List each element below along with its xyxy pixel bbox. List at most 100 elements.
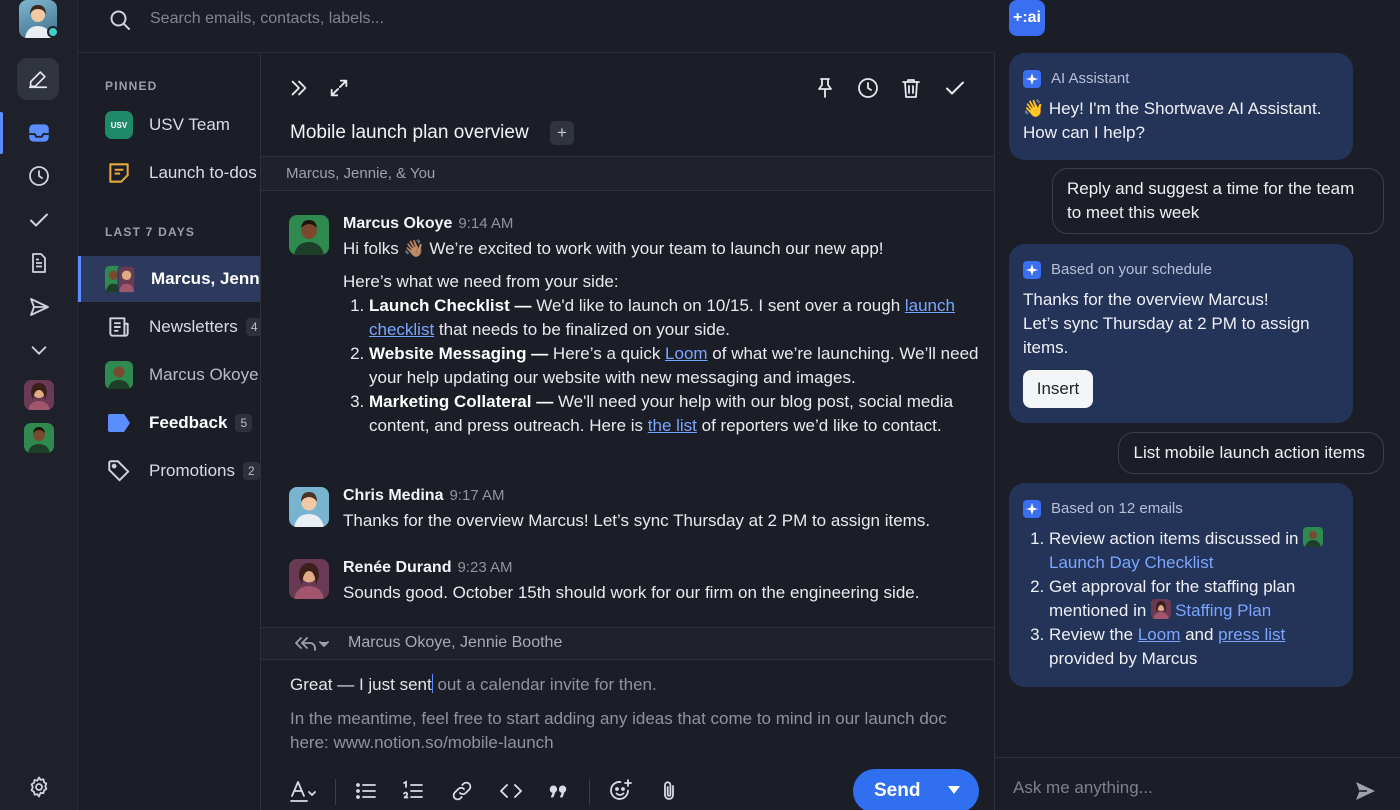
more-nav-button[interactable] (24, 335, 54, 365)
ai-emoji-button[interactable] (605, 775, 637, 807)
send-arrow-icon (1356, 782, 1375, 800)
quote-icon (549, 785, 567, 798)
folder-item-marcus-okoye[interactable]: Marcus Okoye (78, 352, 260, 398)
double-chevron-right-icon (291, 80, 307, 96)
user-prompt-message: List mobile launch action items (1118, 432, 1384, 474)
contact-avatar-marcus[interactable] (24, 423, 54, 453)
link-button[interactable] (446, 775, 478, 807)
user-prompt-message: Reply and suggest a time for the team to… (1052, 168, 1384, 234)
folder-item-newsletters[interactable]: Newsletters 4 (78, 304, 260, 350)
inbox-nav-button[interactable] (24, 118, 54, 148)
text-style-button[interactable] (287, 775, 319, 807)
collapse-button[interactable] (284, 73, 314, 103)
folder-item-promotions[interactable]: Promotions 2 (78, 448, 260, 494)
gear-icon (30, 776, 48, 798)
message-body: Sounds good. October 15th should work fo… (343, 583, 920, 602)
code-button[interactable] (495, 775, 527, 807)
message-time: 9:14 AM (458, 215, 514, 232)
draft-suggestion: out a calendar invite for then. (432, 675, 657, 694)
ai-message-header: Based on 12 emails (1051, 500, 1183, 517)
ai-message-header: Based on your schedule (1051, 261, 1212, 278)
add-label-button[interactable]: + (550, 121, 574, 145)
message-body: Thanks for the overview Marcus! Let’s sy… (343, 511, 931, 530)
list-item: Marketing Collateral — We'll need your h… (369, 390, 983, 438)
message-body: Hi folks 👋🏽 We’re excited to work with y… (343, 237, 983, 438)
paperclip-icon (664, 781, 674, 800)
expand-icon (330, 79, 348, 97)
staffing-plan-link[interactable]: Staffing Plan (1175, 601, 1271, 620)
contact-avatar-icon (1303, 527, 1324, 547)
ai-logo: +:ai (1009, 0, 1045, 36)
check-icon (946, 81, 964, 95)
app-rail (0, 0, 78, 810)
send-options-dropdown[interactable] (947, 785, 961, 795)
drafts-nav-button[interactable] (24, 248, 54, 278)
ai-message-header: AI Assistant (1051, 70, 1130, 87)
ai-ask-input[interactable] (1013, 776, 1333, 800)
message-author: Marcus Okoye (343, 215, 453, 232)
contact-avatar (105, 361, 133, 389)
folder-count: 2 (242, 462, 260, 480)
launch-day-checklist-link[interactable]: Launch Day Checklist (1049, 553, 1213, 572)
snooze-button[interactable] (853, 73, 883, 103)
numbered-list-button[interactable] (397, 775, 429, 807)
search-bar (78, 0, 995, 53)
list-item: Review the Loom and press list provided … (1049, 623, 1343, 671)
mark-done-button[interactable] (940, 73, 970, 103)
thread-participants: Marcus, Jennie, & You (261, 156, 994, 191)
participants-text: Marcus, Jennie, & You (286, 165, 436, 182)
sent-nav-button[interactable] (24, 292, 54, 322)
label-icon (105, 409, 133, 437)
folder-item-usv-team[interactable]: USV USV Team (78, 102, 260, 148)
ai-send-button[interactable] (1353, 779, 1377, 803)
message-time: 9:23 AM (457, 559, 513, 576)
compose-button[interactable] (17, 58, 59, 100)
folder-label: Newsletters (149, 317, 238, 336)
pin-button[interactable] (810, 73, 840, 103)
expand-button[interactable] (324, 73, 354, 103)
bullet-list-button[interactable] (350, 775, 382, 807)
press-list-link[interactable]: press list (1218, 625, 1285, 644)
document-icon (32, 253, 46, 273)
reporters-list-link[interactable]: the list (648, 416, 697, 435)
contact-avatar-renee[interactable] (24, 380, 54, 410)
folder-item-feedback[interactable]: Feedback 5 (78, 400, 260, 446)
delete-button[interactable] (896, 73, 926, 103)
insert-button[interactable]: Insert (1023, 370, 1093, 408)
attach-button[interactable] (653, 775, 685, 807)
ai-assistant-panel: +:ai AI Assistant 👋 Hey! I'm the Shortwa… (995, 0, 1400, 810)
loom-link[interactable]: Loom (1138, 625, 1181, 644)
chevron-down-icon (31, 346, 47, 355)
done-nav-button[interactable] (24, 205, 54, 235)
recent-section-label: LAST 7 DAYS (105, 225, 196, 239)
folder-item-launch-todos[interactable]: Launch to-dos (78, 150, 260, 196)
snoozed-nav-button[interactable] (24, 161, 54, 191)
thread-panel: Mobile launch plan overview + Marcus, Je… (260, 53, 995, 810)
folder-list: PINNED USV USV Team Launch to-dos LAST 7… (78, 53, 260, 810)
sparkle-icon (1023, 70, 1041, 88)
folder-item-marcus-jennie-you[interactable]: Marcus, Jennie, & You (78, 256, 260, 302)
search-input[interactable] (150, 8, 850, 30)
reply-all-icon[interactable] (293, 634, 329, 654)
reply-recipients-bar[interactable]: Marcus Okoye, Jennie Boothe (261, 627, 994, 660)
folder-label: Launch to-dos (149, 163, 257, 182)
ai-message-body: Review action items discussed in Launch … (1023, 527, 1343, 671)
send-button[interactable]: Send (853, 769, 979, 810)
group-avatar (105, 265, 135, 293)
numbered-list-icon (403, 780, 423, 799)
newsletter-icon (105, 313, 133, 341)
search-icon (108, 8, 132, 32)
quote-button[interactable] (542, 775, 574, 807)
trash-icon (902, 79, 920, 98)
ai-ask-bar (995, 757, 1400, 810)
caret-down-icon (948, 786, 960, 794)
folder-count: 5 (235, 414, 253, 432)
loom-link[interactable]: Loom (665, 344, 708, 363)
font-style-icon (290, 781, 316, 802)
rail-active-indicator (0, 112, 3, 154)
ai-action-items-reply: Based on 12 emails Review action items d… (1009, 483, 1353, 687)
code-icon (500, 784, 522, 798)
folder-label: USV Team (149, 115, 230, 134)
settings-button[interactable] (24, 772, 54, 802)
reply-editor[interactable]: Great — I just sent out a calendar invit… (290, 673, 970, 755)
